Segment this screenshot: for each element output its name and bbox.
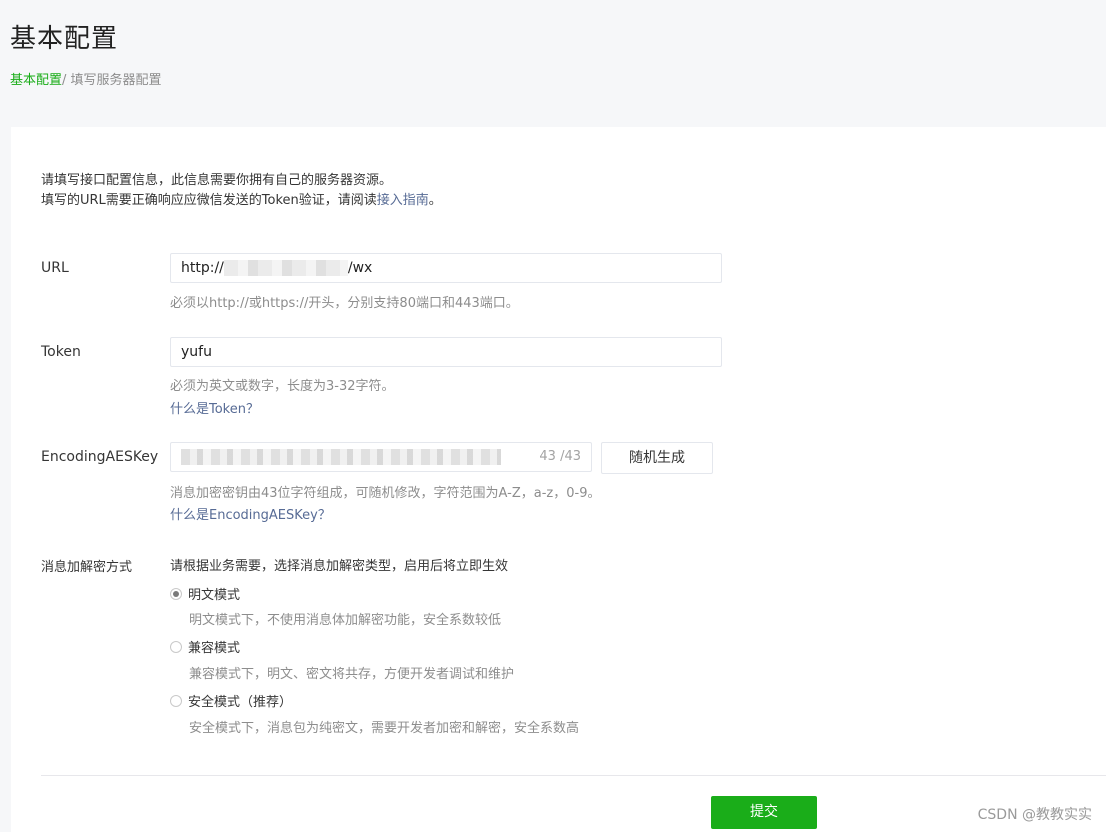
random-generate-button[interactable]: 随机生成 [601, 442, 713, 474]
page-title: 基本配置 [10, 24, 119, 54]
redacted-aes-key [181, 449, 501, 465]
url-value-prefix: http:// [181, 260, 224, 276]
radio-compatible[interactable]: 兼容模式 [170, 637, 240, 656]
radio-unchecked-icon[interactable] [170, 694, 182, 707]
radio-secure-label: 安全模式（推荐） [188, 695, 293, 710]
url-input[interactable]: http:// /wx [170, 253, 722, 283]
breadcrumb-separator: / [62, 73, 67, 88]
breadcrumb: 基本配置/ 填写服务器配置 [10, 69, 162, 88]
access-guide-link[interactable]: 接入指南 [377, 193, 429, 208]
radio-compatible-label: 兼容模式 [188, 641, 241, 656]
radio-plaintext[interactable]: 明文模式 [170, 584, 240, 603]
radio-checked-icon[interactable] [170, 587, 182, 600]
radio-secure-desc: 安全模式下，消息包为纯密文，需要开发者加密和解密，安全系数高 [189, 721, 580, 736]
intro-line-2-end: 。 [428, 193, 442, 208]
intro-line-2: 填写的URL需要正确响应应微信发送的Token验证，请阅读接入指南。 [41, 191, 442, 211]
token-input[interactable]: yufu [170, 337, 722, 367]
url-hint: 必须以http://或https://开头，分别支持80端口和443端口。 [170, 296, 519, 311]
radio-secure[interactable]: 安全模式（推荐） [170, 691, 292, 710]
config-panel: 请填写接口配置信息，此信息需要你拥有自己的服务器资源。 填写的URL需要正确响应… [11, 127, 1106, 832]
intro-line-2-text: 填写的URL需要正确响应应微信发送的Token验证，请阅读 [41, 193, 377, 208]
radio-compatible-desc: 兼容模式下，明文、密文将共存，方便开发者调试和维护 [189, 667, 515, 682]
url-label: URL [41, 260, 69, 276]
watermark: CSDN @教教实实 [977, 807, 1092, 823]
token-value: yufu [181, 344, 212, 360]
encryption-description: 请根据业务需要，选择消息加解密类型，启用后将立即生效 [170, 559, 509, 574]
aes-hint: 消息加密密钥由43位字符组成，可随机修改，字符范围为A-Z，a-z，0-9。 [170, 486, 601, 501]
intro-text: 请填写接口配置信息，此信息需要你拥有自己的服务器资源。 填写的URL需要正确响应… [41, 171, 442, 211]
aes-char-counter: 43 /43 [539, 449, 581, 464]
radio-plaintext-desc: 明文模式下，不使用消息体加解密功能，安全系数较低 [189, 613, 502, 628]
encryption-label: 消息加解密方式 [41, 560, 133, 575]
what-is-aes-link[interactable]: 什么是EncodingAESKey？ [170, 504, 331, 523]
what-is-token-link[interactable]: 什么是Token？ [170, 398, 259, 417]
token-hint: 必须为英文或数字，长度为3-32字符。 [170, 379, 395, 394]
breadcrumb-root-link[interactable]: 基本配置 [10, 73, 62, 88]
radio-plaintext-label: 明文模式 [188, 588, 241, 603]
divider [41, 775, 1106, 776]
aes-label: EncodingAESKey [41, 449, 159, 465]
submit-button[interactable]: 提交 [711, 796, 817, 829]
intro-line-1: 请填写接口配置信息，此信息需要你拥有自己的服务器资源。 [41, 173, 393, 188]
url-value-suffix: /wx [347, 260, 373, 276]
breadcrumb-current: 填写服务器配置 [70, 73, 162, 88]
redacted-host [223, 260, 348, 276]
radio-unchecked-icon[interactable] [170, 640, 182, 653]
token-label: Token [41, 344, 81, 360]
aes-key-input[interactable]: 43 /43 [170, 442, 592, 472]
